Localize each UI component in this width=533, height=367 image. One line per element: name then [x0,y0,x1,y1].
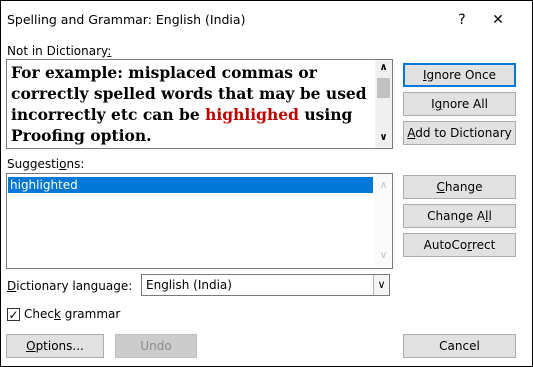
dialog-title: Spelling and Grammar: English (India) [7,12,246,27]
scroll-down-icon[interactable]: ∨ [375,250,392,264]
add-to-dictionary-button[interactable]: Add to Dictionary [403,121,516,145]
suggestions-list[interactable]: highlighted ∧ ∨ [6,173,393,269]
not-in-dictionary-textbox[interactable]: For example: misplaced commas or correct… [6,59,393,149]
suggestion-item[interactable]: highlighted [8,177,373,193]
spelling-grammar-dialog: Spelling and Grammar: English (India) ? … [0,0,533,367]
change-button[interactable]: Change [403,175,516,199]
change-all-button[interactable]: Change All [403,204,516,228]
scrollbar-thumb[interactable] [377,78,390,98]
not-in-dictionary-label: Not in Dictionary: [7,44,112,58]
chevron-down-icon[interactable]: ∨ [373,275,389,295]
help-icon[interactable]: ? [447,7,477,33]
scroll-down-icon[interactable]: ∨ [375,132,392,146]
suggestions-scrollbar[interactable]: ∧ ∨ [375,174,392,268]
suggestions-label: Suggestions: [7,157,85,171]
options-button[interactable]: Options... [6,334,104,358]
scroll-up-icon[interactable]: ∧ [375,62,392,76]
close-icon[interactable]: ✕ [483,7,513,33]
error-word: highlighed [205,105,299,124]
check-grammar-checkbox[interactable]: ✓ [7,308,20,321]
dictionary-language-select[interactable]: English (India) ∨ [141,274,390,296]
dictionary-language-value: English (India) [146,278,232,292]
scroll-up-icon[interactable]: ∧ [375,180,392,194]
autocorrect-button[interactable]: AutoCorrect [403,233,516,257]
cancel-button[interactable]: Cancel [403,334,516,358]
undo-button[interactable]: Undo [115,334,197,358]
dictionary-language-label: Dictionary language: [7,279,133,293]
sentence-text: For example: misplaced commas or correct… [11,63,367,145]
check-grammar-label[interactable]: Check grammar [24,307,120,321]
ignore-once-button[interactable]: Ignore Once [403,63,516,87]
ignore-all-button[interactable]: Ignore All [403,92,516,116]
textbox-scrollbar[interactable]: ∧ ∨ [375,60,392,148]
